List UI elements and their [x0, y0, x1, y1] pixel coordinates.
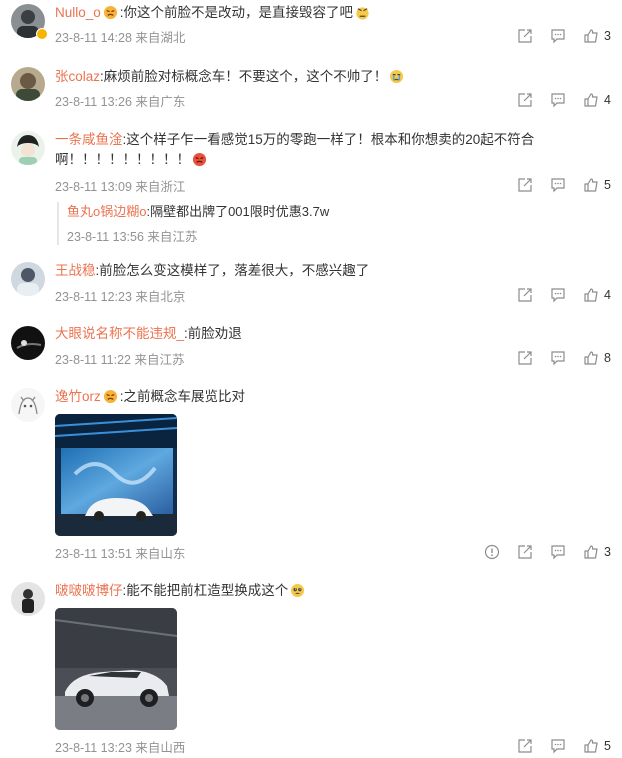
- comment-text: :前脸怎么变这模样了，落差很大，不感兴趣了: [95, 263, 370, 278]
- share-icon[interactable]: [517, 738, 533, 754]
- avatar[interactable]: [11, 262, 45, 296]
- comment-location: 来自山东: [135, 547, 186, 561]
- username-link[interactable]: 大眼说名称不能违规_: [55, 326, 184, 341]
- share-icon[interactable]: [517, 92, 533, 108]
- like-count: 3: [604, 545, 611, 559]
- thumbs-up-icon[interactable]: [583, 177, 599, 193]
- comment-icon[interactable]: [550, 544, 566, 560]
- comment-text: :能不能把前杠造型换成这个: [122, 583, 289, 598]
- reply-location: 来自江苏: [147, 230, 198, 244]
- username-link[interactable]: 逸竹orz: [55, 389, 101, 404]
- comment-text: :这个样子乍一看感觉15万的零跑一样了！根本和你想卖的20起不符合啊！！！！！！…: [55, 132, 535, 167]
- comment-time: 23-8-11 12:23: [55, 290, 132, 304]
- comment-text: :麻烦前脸对标概念车！不要这个，这个不帅了！: [100, 69, 388, 84]
- thumbs-up-icon[interactable]: [583, 738, 599, 754]
- comment-icon[interactable]: [550, 92, 566, 108]
- comment-time: 23-8-11 13:23: [55, 741, 132, 755]
- reply-text: :隔壁都出牌了001限时优惠3.7w: [146, 204, 330, 219]
- thumbs-up-icon[interactable]: [583, 28, 599, 44]
- comment-location: 来自广东: [135, 95, 186, 109]
- like-count: 3: [604, 29, 611, 43]
- comment-location: 来自湖北: [135, 31, 186, 45]
- avatar[interactable]: [11, 131, 45, 165]
- comment-time: 23-8-11 13:51: [55, 547, 132, 561]
- comment-icon[interactable]: [550, 177, 566, 193]
- reply-time: 23-8-11 13:56: [67, 230, 144, 244]
- comment-location: 来自北京: [135, 290, 186, 304]
- report-icon[interactable]: [484, 544, 500, 560]
- reply-username-link[interactable]: 鱼丸o锅边糊o: [67, 204, 146, 219]
- like-count: 5: [604, 178, 611, 192]
- thumbs-up-icon[interactable]: [583, 92, 599, 108]
- pleading-emoji-icon: [291, 583, 305, 598]
- username-link[interactable]: 张colaz: [55, 69, 100, 84]
- comment-text: :你这个前脸不是改动，是直接毁容了吧: [119, 5, 354, 20]
- comment-image-concept-car[interactable]: [55, 414, 177, 536]
- like-count: 5: [604, 739, 611, 753]
- like-count: 4: [604, 288, 611, 302]
- angry-face-emoji-icon: [192, 152, 207, 167]
- verified-badge-icon: [36, 28, 48, 40]
- comment-image-car-photo[interactable]: [55, 608, 177, 730]
- comment-location: 来自江苏: [134, 353, 185, 367]
- comment-icon[interactable]: [550, 28, 566, 44]
- comment-icon[interactable]: [550, 287, 566, 303]
- comment-location: 来自山西: [135, 741, 186, 755]
- share-icon[interactable]: [517, 350, 533, 366]
- avatar[interactable]: [11, 388, 45, 422]
- avatar[interactable]: [11, 326, 45, 360]
- username-link[interactable]: 一条咸鱼淦: [55, 132, 123, 147]
- comment-icon[interactable]: [550, 738, 566, 754]
- comment-icon[interactable]: [550, 350, 566, 366]
- avatar[interactable]: [11, 582, 45, 616]
- comment-location: 来自浙江: [135, 180, 186, 194]
- thumbs-up-icon[interactable]: [583, 544, 599, 560]
- comment-time: 23-8-11 13:09: [55, 180, 132, 194]
- thumbs-up-icon[interactable]: [583, 350, 599, 366]
- like-count: 4: [604, 93, 611, 107]
- username-link[interactable]: 王战稳: [55, 263, 96, 278]
- comment-text: :前脸劝退: [184, 326, 242, 341]
- angry-emoji-icon: [103, 5, 117, 20]
- thumbs-up-icon[interactable]: [583, 287, 599, 303]
- comment-text: :之前概念车展览比对: [119, 389, 246, 404]
- share-icon[interactable]: [517, 287, 533, 303]
- share-icon[interactable]: [517, 177, 533, 193]
- crying-emoji-icon: [390, 69, 404, 84]
- comment-time: 23-8-11 11:22: [55, 353, 131, 367]
- reply-item: 鱼丸o锅边糊o:隔壁都出牌了001限时优惠3.7w 23-8-11 13:56 …: [57, 202, 329, 245]
- comment-time: 23-8-11 13:26: [55, 95, 132, 109]
- angry-emoji-icon: [103, 389, 117, 404]
- avatar[interactable]: [11, 67, 45, 101]
- username-link[interactable]: 啵啵啵博仔: [55, 583, 123, 598]
- sweat-emoji-icon: [356, 7, 369, 20]
- username-link[interactable]: Nullo_o: [55, 5, 101, 20]
- share-icon[interactable]: [517, 28, 533, 44]
- comment-time: 23-8-11 14:28: [55, 31, 132, 45]
- like-count: 8: [604, 351, 611, 365]
- share-icon[interactable]: [517, 544, 533, 560]
